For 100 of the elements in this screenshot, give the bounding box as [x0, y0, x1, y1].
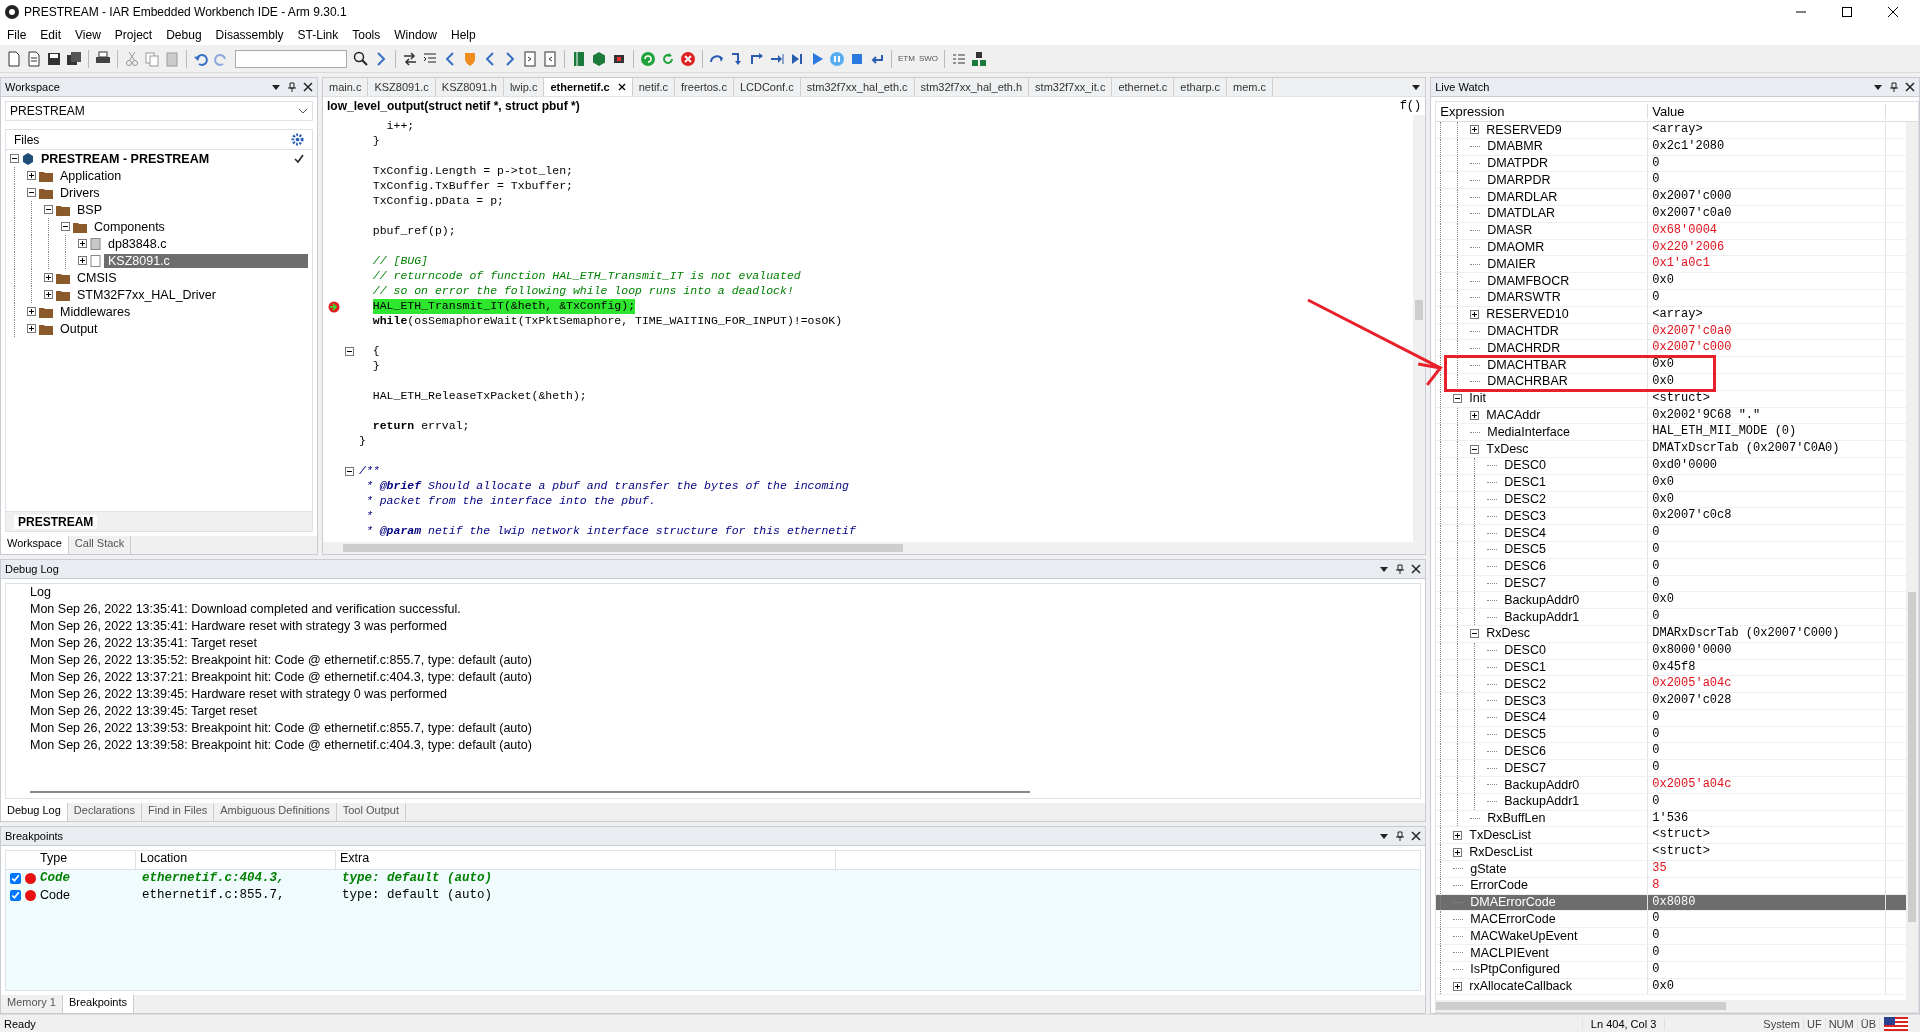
- dropdown-icon[interactable]: [1873, 82, 1883, 92]
- dropdown-icon[interactable]: [1379, 831, 1390, 841]
- tree-item[interactable]: Application: [56, 168, 308, 183]
- tree-item[interactable]: CMSIS: [73, 270, 308, 285]
- expand-icon[interactable]: [1453, 982, 1463, 992]
- menu-item[interactable]: ST-Link: [290, 25, 346, 44]
- hexagon-icon[interactable]: [591, 50, 607, 67]
- panel-tab[interactable]: Declarations: [67, 803, 142, 821]
- menu-item[interactable]: Disassembly: [208, 25, 291, 44]
- toolbar-combo-field[interactable]: [235, 49, 347, 68]
- panel-tab[interactable]: Call Stack: [68, 536, 132, 554]
- tree-item[interactable]: Output: [56, 321, 308, 336]
- collapse-icon[interactable]: [44, 205, 53, 214]
- config-tab[interactable]: PRESTREAM: [14, 514, 98, 529]
- tree-item[interactable]: Middlewares: [56, 304, 308, 319]
- tree-item[interactable]: Drivers: [56, 185, 308, 200]
- book-icon[interactable]: [571, 50, 587, 67]
- editor-tab[interactable]: stm32f7xx_hal_eth.c: [800, 78, 915, 96]
- horizontal-scrollbar[interactable]: [323, 542, 1426, 554]
- editor-tab[interactable]: main.c: [323, 78, 369, 96]
- page-icon[interactable]: [522, 50, 538, 67]
- menu-item[interactable]: Tools: [345, 25, 388, 44]
- editor-tab[interactable]: KSZ8091.h: [435, 78, 504, 96]
- toolbar-label[interactable]: SWO: [918, 54, 938, 63]
- panel-tab[interactable]: Memory 1: [1, 995, 63, 1013]
- settings-icon[interactable]: [291, 133, 304, 146]
- expand-icon[interactable]: [1453, 830, 1463, 840]
- project-selector[interactable]: PRESTREAM: [5, 101, 313, 121]
- checkbox[interactable]: [10, 873, 21, 884]
- disks-icon[interactable]: [66, 50, 82, 67]
- collapse-icon[interactable]: [10, 154, 19, 163]
- pin-icon[interactable]: [1889, 82, 1899, 92]
- panel-tab[interactable]: Ambiguous Definitions: [214, 803, 337, 821]
- toolbar-label[interactable]: ETM: [898, 54, 915, 63]
- menu-item[interactable]: Debug: [159, 25, 209, 44]
- tree-item[interactable]: dp83848.c: [104, 236, 308, 251]
- close-icon[interactable]: [1905, 82, 1915, 92]
- menu-item[interactable]: Edit: [33, 25, 69, 44]
- refresh-icon[interactable]: [640, 50, 656, 67]
- editor-tab[interactable]: ethernetif.c: [544, 78, 633, 96]
- page-icon[interactable]: [542, 50, 558, 67]
- stop-icon[interactable]: [680, 50, 696, 67]
- document-icon[interactable]: [26, 50, 42, 67]
- function-selector[interactable]: low_level_output(struct netif *, struct pbuf *): [327, 99, 580, 113]
- pin-icon[interactable]: [1395, 564, 1406, 574]
- pin-icon[interactable]: [1395, 831, 1406, 841]
- expand-icon[interactable]: [78, 256, 87, 265]
- expand-icon[interactable]: [27, 324, 36, 333]
- expand-icon[interactable]: [1470, 310, 1480, 320]
- search-icon[interactable]: [353, 50, 369, 67]
- tree-item[interactable]: KSZ8091.c: [104, 253, 308, 268]
- expand-icon[interactable]: [1470, 125, 1480, 135]
- editor-tab[interactable]: stm32f7xx_it.c: [1029, 78, 1113, 96]
- panel-tab[interactable]: Debug Log: [1, 803, 68, 821]
- expand-icon[interactable]: [1453, 847, 1463, 857]
- menu-item[interactable]: Project: [107, 25, 160, 44]
- fold-icon[interactable]: [345, 347, 354, 356]
- tree-item[interactable]: BSP: [73, 202, 308, 217]
- menu-item[interactable]: View: [68, 25, 108, 44]
- vertical-scrollbar[interactable]: [1413, 115, 1426, 542]
- expand-icon[interactable]: [44, 290, 53, 299]
- panel-tab[interactable]: Workspace: [1, 536, 69, 554]
- horizontal-scrollbar[interactable]: [1436, 1000, 1918, 1012]
- panel-tab[interactable]: Breakpoints: [62, 995, 134, 1013]
- menu-item[interactable]: File: [0, 25, 34, 44]
- expand-icon[interactable]: [27, 307, 36, 316]
- close-icon[interactable]: [1411, 564, 1422, 574]
- editor-tab[interactable]: ethernet.c: [1112, 78, 1175, 96]
- collapse-icon[interactable]: [1470, 444, 1480, 454]
- step-out-icon[interactable]: [749, 50, 765, 67]
- dropdown-icon[interactable]: [1411, 82, 1422, 92]
- editor-tab[interactable]: freertos.c: [675, 78, 734, 96]
- editor-tab[interactable]: KSZ8091.c: [368, 78, 436, 96]
- pin-icon[interactable]: [287, 82, 297, 92]
- new-file-icon[interactable]: [6, 50, 22, 67]
- editor-tab[interactable]: mem.c: [1227, 78, 1274, 96]
- close-icon[interactable]: [1411, 831, 1422, 841]
- editor-tab[interactable]: LCDConf.c: [733, 78, 801, 96]
- editor-tab[interactable]: stm32f7xx_hal_eth.h: [914, 78, 1030, 96]
- menu-item[interactable]: Help: [443, 25, 483, 44]
- panel-tab[interactable]: Tool Output: [336, 803, 406, 821]
- tree-item[interactable]: Components: [90, 219, 308, 234]
- expand-icon[interactable]: [1470, 410, 1480, 420]
- expand-icon[interactable]: [27, 171, 36, 180]
- checkbox[interactable]: [10, 890, 21, 901]
- collapse-icon[interactable]: [27, 188, 36, 197]
- tree-item[interactable]: PRESTREAM - PRESTREAM: [37, 151, 294, 166]
- tree-item[interactable]: STM32F7xx_HAL_Driver: [73, 287, 308, 302]
- expand-icon[interactable]: [78, 239, 87, 248]
- fold-icon[interactable]: [345, 467, 354, 476]
- editor-tab[interactable]: etharp.c: [1174, 78, 1228, 96]
- collapse-icon[interactable]: [61, 222, 70, 231]
- menu-item[interactable]: Window: [387, 25, 444, 44]
- collapse-icon[interactable]: [1453, 394, 1463, 404]
- editor-tab[interactable]: netif.c: [632, 78, 676, 96]
- vertical-scrollbar[interactable]: [1906, 122, 1918, 1000]
- function-button[interactable]: f(): [1399, 99, 1422, 113]
- dropdown-icon[interactable]: [1379, 564, 1390, 574]
- close-icon[interactable]: [617, 83, 626, 91]
- swap-arrows-icon[interactable]: [402, 50, 418, 67]
